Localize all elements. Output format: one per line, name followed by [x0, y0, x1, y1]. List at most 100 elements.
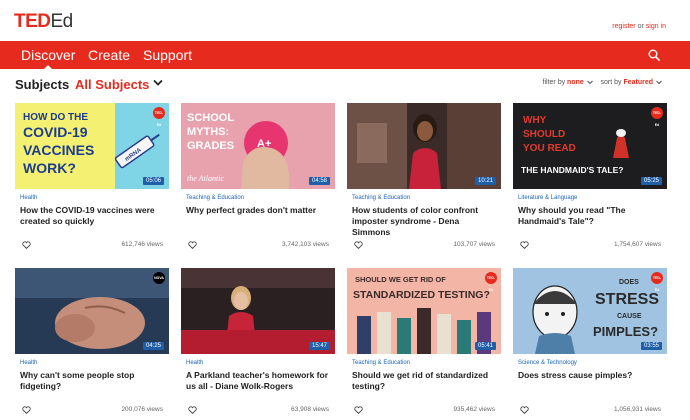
heart-icon[interactable] — [520, 406, 529, 414]
ted-ed-logo[interactable]: TEDEd — [14, 11, 73, 33]
lesson-card[interactable]: DOES STRESS CAUSE PIMPLES? TED-Ed 03:55 … — [513, 268, 667, 418]
subjects-dropdown[interactable]: All Subjects — [75, 77, 149, 92]
sign-in-link[interactable]: sign in — [646, 23, 666, 30]
lesson-title[interactable]: Should we get rid of standardized testin… — [352, 370, 498, 392]
view-count: 63,908 views — [291, 406, 329, 413]
view-count: 200,076 views — [121, 406, 163, 413]
top-header: TEDEd register or sign in — [0, 0, 690, 40]
ted-ed-badge: TED-Ed — [153, 107, 165, 127]
heart-icon[interactable] — [354, 241, 363, 249]
lesson-category[interactable]: Literature & Language — [518, 195, 577, 201]
chevron-down-icon[interactable] — [153, 79, 163, 87]
nav-create[interactable]: Create — [88, 47, 130, 63]
heart-icon[interactable] — [188, 406, 197, 414]
auth-or: or — [637, 23, 644, 30]
filter-label: filter by — [542, 79, 566, 86]
thumb-text: VACCINES — [23, 142, 94, 158]
lesson-card[interactable]: SHOULD WE GET RID OF STANDARDIZED TESTIN… — [347, 268, 501, 418]
duration-badge: 05:06 — [142, 177, 164, 185]
nova-badge: NOVA — [153, 272, 165, 284]
thumb-text: COVID-19 — [23, 124, 88, 140]
lesson-title[interactable]: How students of color confront imposter … — [352, 205, 498, 238]
thumb-text: GRADES — [187, 140, 234, 152]
lesson-card[interactable]: A+ SCHOOL MYTHS: GRADES the Atlantic 04:… — [181, 103, 335, 253]
thumb-text: PIMPLES? — [593, 324, 658, 339]
thumb-text: CAUSE — [617, 313, 642, 320]
thumb-text: SCHOOL — [187, 112, 234, 124]
view-count: 612,746 views — [121, 241, 163, 248]
lesson-thumbnail[interactable]: SHOULD WE GET RID OF STANDARDIZED TESTIN… — [347, 268, 501, 354]
lesson-card[interactable]: 15:47 Health A Parkland teacher's homewo… — [181, 268, 335, 418]
duration-badge: 05:25 — [640, 177, 662, 185]
sort-dropdown[interactable]: Featured — [623, 79, 653, 86]
view-count: 1,056,931 views — [614, 406, 661, 413]
lesson-thumbnail[interactable]: 15:47 — [181, 268, 335, 354]
logo-ed: Ed — [50, 11, 74, 32]
lesson-category[interactable]: Teaching & Education — [186, 195, 244, 201]
view-count: 1,754,607 views — [614, 241, 661, 248]
main-nav: Discover Create Support — [0, 41, 690, 69]
heart-icon[interactable] — [22, 241, 31, 249]
lesson-card[interactable]: NOVA 04:25 Health Why can't some people … — [15, 268, 169, 418]
duration-badge: 10:21 — [474, 177, 496, 185]
lesson-thumbnail[interactable]: DOES STRESS CAUSE PIMPLES? TED-Ed 03:55 — [513, 268, 667, 354]
auth-links: register or sign in — [612, 23, 666, 30]
heart-icon[interactable] — [22, 406, 31, 414]
thumb-text: STRESS — [595, 291, 659, 308]
lesson-category[interactable]: Teaching & Education — [352, 195, 410, 201]
lesson-title[interactable]: Why should you read "The Handmaid's Tale… — [518, 205, 664, 227]
thumb-text: WORK? — [23, 160, 76, 176]
thumb-text: DOES — [619, 279, 639, 286]
ted-ed-badge: TED-Ed — [651, 272, 663, 292]
lesson-category[interactable]: Health — [20, 195, 37, 201]
heart-icon[interactable] — [188, 241, 197, 249]
lesson-thumbnail[interactable]: WHY SHOULD YOU READ THE HANDMAID'S TALE?… — [513, 103, 667, 189]
thumb-text: SHOULD WE GET RID OF — [355, 275, 446, 284]
subjects-label: Subjects — [15, 77, 70, 92]
lesson-card[interactable]: 10:21 Teaching & Education How students … — [347, 103, 501, 253]
view-count: 935,462 views — [453, 406, 495, 413]
nav-discover[interactable]: Discover — [21, 47, 75, 69]
lesson-thumbnail[interactable]: A+ SCHOOL MYTHS: GRADES the Atlantic 04:… — [181, 103, 335, 189]
thumb-text: WHY — [523, 115, 547, 126]
lesson-card[interactable]: WHY SHOULD YOU READ THE HANDMAID'S TALE?… — [513, 103, 667, 253]
filter-sort-controls: filter by none sort by Featured — [543, 79, 662, 86]
ted-ed-badge: TED-Ed — [485, 272, 497, 292]
chevron-down-icon[interactable] — [656, 80, 662, 85]
thumb-text: MYTHS: — [187, 126, 229, 138]
view-count: 103,707 views — [453, 241, 495, 248]
lesson-thumbnail[interactable]: NOVA 04:25 — [15, 268, 169, 354]
thumb-ball-text: A+ — [257, 138, 271, 150]
lesson-title[interactable]: How the COVID-19 vaccines were created s… — [20, 205, 166, 227]
register-link[interactable]: register — [612, 23, 635, 30]
lesson-category[interactable]: Teaching & Education — [352, 360, 410, 366]
lesson-title[interactable]: Why perfect grades don't matter — [186, 205, 332, 216]
publisher-mark: the Atlantic — [187, 174, 224, 183]
duration-badge: 04:25 — [142, 342, 164, 350]
duration-badge: 03:55 — [640, 342, 662, 350]
lesson-title[interactable]: Why can't some people stop fidgeting? — [20, 370, 166, 392]
lesson-category[interactable]: Health — [186, 360, 203, 366]
sort-label: sort by — [600, 79, 622, 86]
duration-badge: 15:47 — [308, 342, 330, 350]
heart-icon[interactable] — [520, 241, 529, 249]
logo-ted: TED — [14, 11, 51, 32]
lesson-title[interactable]: Does stress cause pimples? — [518, 370, 664, 381]
thumb-text: YOU READ — [523, 143, 576, 154]
view-count: 3,742,103 views — [282, 241, 329, 248]
filter-dropdown[interactable]: none — [567, 79, 584, 86]
heart-icon[interactable] — [354, 406, 363, 414]
ted-ed-badge: TED-Ed — [651, 107, 663, 127]
lesson-card[interactable]: HOW DO THE COVID-19 VACCINES WORK? mRNA … — [15, 103, 169, 253]
thumb-text: THE HANDMAID'S TALE? — [521, 165, 623, 175]
thumb-text: HOW DO THE — [23, 112, 88, 123]
lesson-title[interactable]: A Parkland teacher's homework for us all… — [186, 370, 332, 392]
duration-badge: 05:41 — [474, 342, 496, 350]
lesson-thumbnail[interactable]: 10:21 — [347, 103, 501, 189]
search-icon[interactable] — [648, 49, 660, 61]
lesson-category[interactable]: Science & Technology — [518, 360, 577, 366]
chevron-down-icon[interactable] — [586, 80, 593, 85]
nav-support[interactable]: Support — [143, 47, 192, 63]
lesson-category[interactable]: Health — [20, 360, 37, 366]
lesson-thumbnail[interactable]: HOW DO THE COVID-19 VACCINES WORK? mRNA … — [15, 103, 169, 189]
